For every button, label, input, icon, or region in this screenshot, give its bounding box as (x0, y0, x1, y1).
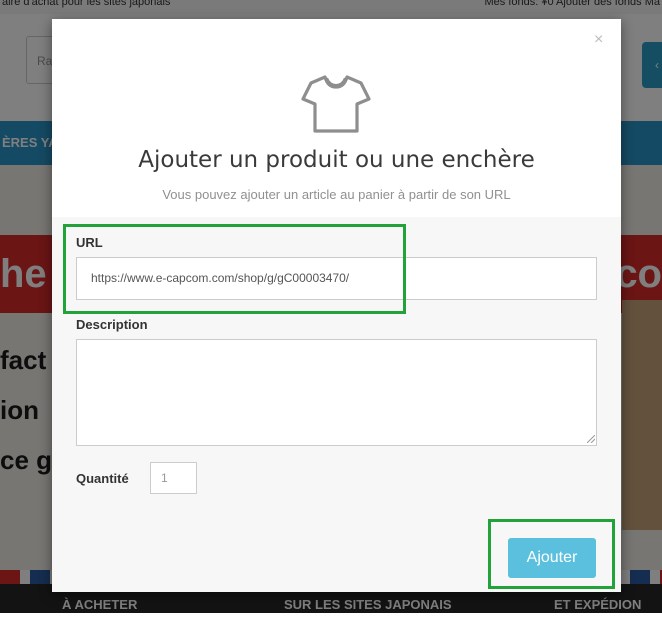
description-textarea[interactable] (76, 339, 597, 446)
modal-header: × Ajouter un produit ou une enchère Vous… (52, 19, 621, 217)
description-label: Description (76, 317, 148, 332)
url-highlight-box (63, 224, 406, 314)
modal-subtitle: Vous pouvez ajouter un article au panier… (162, 187, 511, 202)
modal-title: Ajouter un produit ou une enchère (138, 147, 535, 173)
resize-grip-icon[interactable] (587, 435, 595, 443)
tshirt-icon (301, 75, 371, 133)
add-button-highlight-box (488, 519, 615, 589)
quantity-input[interactable]: 1 (150, 462, 197, 494)
quantity-label: Quantité (76, 471, 129, 486)
close-icon[interactable]: × (594, 31, 603, 49)
